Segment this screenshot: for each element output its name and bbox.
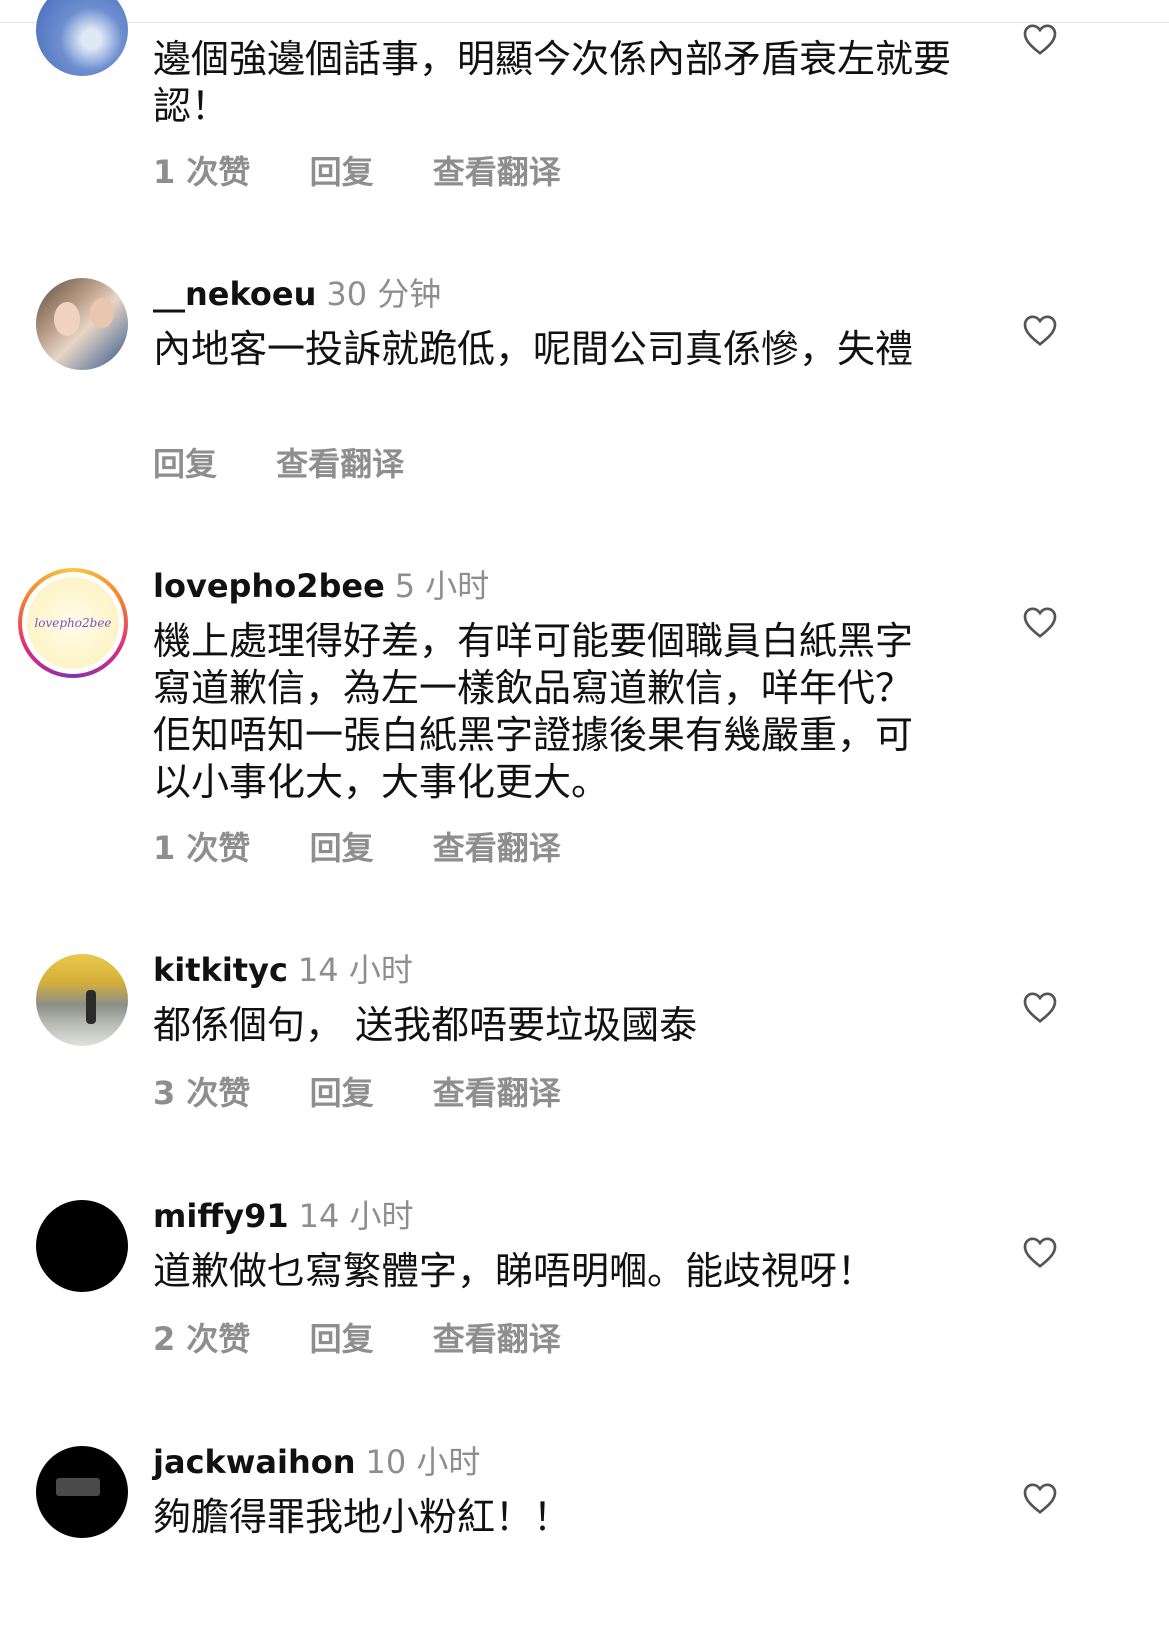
comment-text: 邊個強邊個話事，明顯今次係內部矛盾衰左就要認！ — [153, 37, 952, 128]
reply-button[interactable]: 回复 — [153, 445, 217, 483]
timestamp: 30 分钟 — [326, 275, 442, 313]
username[interactable]: lovepho2bee — [153, 567, 385, 605]
timestamp: 10 小时 — [365, 1443, 481, 1481]
avatar[interactable] — [36, 1446, 128, 1538]
translate-button[interactable]: 查看翻译 — [276, 445, 404, 483]
likes-count[interactable]: 2 次赞 — [153, 1320, 250, 1358]
translate-button[interactable]: 查看翻译 — [433, 1320, 561, 1358]
comment-actions: 1 次赞 回复 查看翻译 — [153, 828, 609, 868]
translate-button[interactable]: 查看翻译 — [433, 153, 561, 191]
likes-count[interactable]: 1 次赞 — [153, 153, 250, 191]
reply-button[interactable]: 回复 — [310, 1320, 374, 1358]
translate-button[interactable]: 查看翻译 — [433, 829, 561, 867]
comment-actions: 3 次赞 回复 查看翻译 — [153, 1073, 609, 1113]
heart-outline-icon[interactable] — [1022, 313, 1058, 347]
comment-text: 機上處理得好差，有咩可能要個職員白紙黑字寫道歉信，為左一樣飲品寫道歉信，咩年代？… — [153, 619, 914, 804]
username[interactable]: jackwaihon — [153, 1443, 355, 1481]
avatar-story-ring[interactable]: lovepho2bee — [18, 568, 128, 678]
avatar[interactable] — [36, 954, 128, 1046]
comment-text: 都係個句， 送我都唔要垃圾國泰 — [153, 1003, 698, 1047]
username[interactable]: miffy91 — [153, 1197, 289, 1235]
translate-button[interactable]: 查看翻译 — [433, 1074, 561, 1112]
comment-meta: jackwaihon 10 小时 — [153, 1442, 480, 1482]
reply-button[interactable]: 回复 — [310, 1074, 374, 1112]
comment-actions: 回复 查看翻译 — [153, 444, 452, 484]
timestamp: 14 小时 — [298, 1197, 414, 1235]
reply-button[interactable]: 回复 — [310, 829, 374, 867]
avatar-logo-text: lovepho2bee — [27, 577, 119, 669]
avatar[interactable] — [36, 278, 128, 370]
heart-outline-icon[interactable] — [1022, 605, 1058, 639]
reply-button[interactable]: 回复 — [310, 153, 374, 191]
comment-actions: 2 次赞 回复 查看翻译 — [153, 1319, 609, 1359]
comment-meta: __nekoeu 30 分钟 — [153, 274, 441, 314]
comment-meta: lovepho2bee 5 小时 — [153, 566, 489, 606]
heart-outline-icon[interactable] — [1022, 22, 1058, 56]
timestamp: 5 小时 — [394, 567, 490, 605]
username[interactable]: kitkityc — [153, 951, 288, 989]
likes-count[interactable]: 1 次赞 — [153, 829, 250, 867]
comment-meta: miffy91 14 小时 — [153, 1196, 414, 1236]
comment-meta: kitkityc 14 小时 — [153, 950, 413, 990]
comment-actions: 1 次赞 回复 查看翻译 — [153, 152, 609, 192]
timestamp: 14 小时 — [297, 951, 413, 989]
avatar[interactable] — [36, 0, 128, 76]
avatar[interactable] — [36, 1200, 128, 1292]
username[interactable]: __nekoeu — [153, 275, 316, 313]
top-divider — [0, 22, 1169, 23]
comment-text: 道歉做乜寫繁體字，睇唔明嗰。能歧視呀！ — [153, 1249, 876, 1293]
likes-count[interactable]: 3 次赞 — [153, 1074, 250, 1112]
heart-outline-icon[interactable] — [1022, 1481, 1058, 1515]
comment-text: 內地客一投訴就跪低，呢間公司真係慘，失禮 — [153, 327, 914, 371]
heart-outline-icon[interactable] — [1022, 990, 1058, 1024]
comment-text: 夠膽得罪我地小粉紅！！ — [153, 1495, 572, 1539]
heart-outline-icon[interactable] — [1022, 1235, 1058, 1269]
